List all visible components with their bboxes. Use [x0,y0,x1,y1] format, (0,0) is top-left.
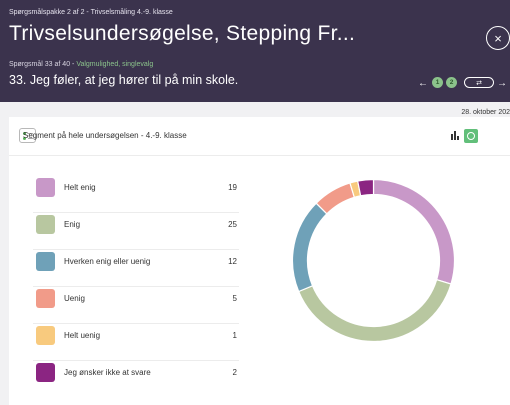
donut-slice[interactable] [291,202,328,293]
next-question-button[interactable]: → [497,77,507,89]
donut-slice[interactable] [356,178,375,197]
donut-icon [467,132,475,140]
donut-chart [291,178,456,343]
legend-item: Hverken enig eller uenig 12 [33,250,239,287]
question-header: Spørgsmålspakke 2 af 2 - Trivselsmåling … [0,0,510,102]
legend-item: Jeg ønsker ikke at svare 2 [33,361,239,398]
bar-chart-icon[interactable] [451,131,460,140]
divider [9,155,510,156]
legend-count: 5 [232,294,237,303]
swap-view-button[interactable]: ⇄ [464,77,494,88]
donut-slice[interactable] [297,278,452,343]
legend-item: Helt uenig 1 [33,324,239,361]
close-icon: × [494,30,502,46]
legend-swatch [36,252,55,271]
package-label: Spørgsmålspakke 2 af 2 - Trivselsmåling … [9,9,173,16]
question-type: Valgmulighed, singlevalg [76,61,154,68]
question-meta: Spørgsmål 33 af 40 - Valgmulighed, singl… [9,61,153,68]
previous-question-button[interactable]: ← [418,77,428,89]
legend-swatch [36,215,55,234]
legend-swatch [36,178,55,197]
legend-swatch [36,326,55,345]
legend-label: Uenig [64,294,85,303]
legend-item: Helt enig 19 [33,176,239,213]
donut-chart-toggle[interactable] [464,129,478,143]
legend-count: 1 [232,331,237,340]
legend-swatch [36,289,55,308]
results-card: Segment på hele undersøgelsen - 4.-9. kl… [9,117,510,405]
legend-label: Enig [64,220,81,229]
legend-label: Helt enig [64,183,96,192]
question-counter: Spørgsmål 33 af 40 - [9,61,77,68]
question-text: 33. Jeg føler, at jeg hører til på min s… [9,73,239,87]
segment-title: Segment på hele undersøgelsen - 4.-9. kl… [23,131,187,140]
survey-title: Trivselsundersøgelse, Stepping Fr... [9,22,356,45]
arrow-right-icon: → [497,77,507,89]
donut-slice[interactable] [372,178,456,285]
donut-slice[interactable] [315,182,356,215]
legend-item: Uenig 5 [33,287,239,324]
report-date: 28. oktober 202 [461,109,510,116]
legend-count: 25 [228,220,237,229]
legend-count: 19 [228,183,237,192]
swap-icon: ⇄ [476,79,482,87]
close-button[interactable]: × [486,26,510,50]
legend-item: Enig 25 [33,213,239,250]
legend-label: Helt uenig [64,331,101,340]
legend-swatch [36,363,55,382]
legend-count: 12 [228,257,237,266]
page-dot-2[interactable]: 2 [446,77,457,88]
page-dot-1[interactable]: 1 [432,77,443,88]
legend-label: Hverken enig eller uenig [64,257,151,266]
legend-label: Jeg ønsker ikke at svare [64,368,151,377]
chart-legend: Helt enig 19 Enig 25 Hverken enig eller ueni… [33,176,239,398]
arrow-left-icon: ← [418,77,428,89]
legend-count: 2 [232,368,237,377]
